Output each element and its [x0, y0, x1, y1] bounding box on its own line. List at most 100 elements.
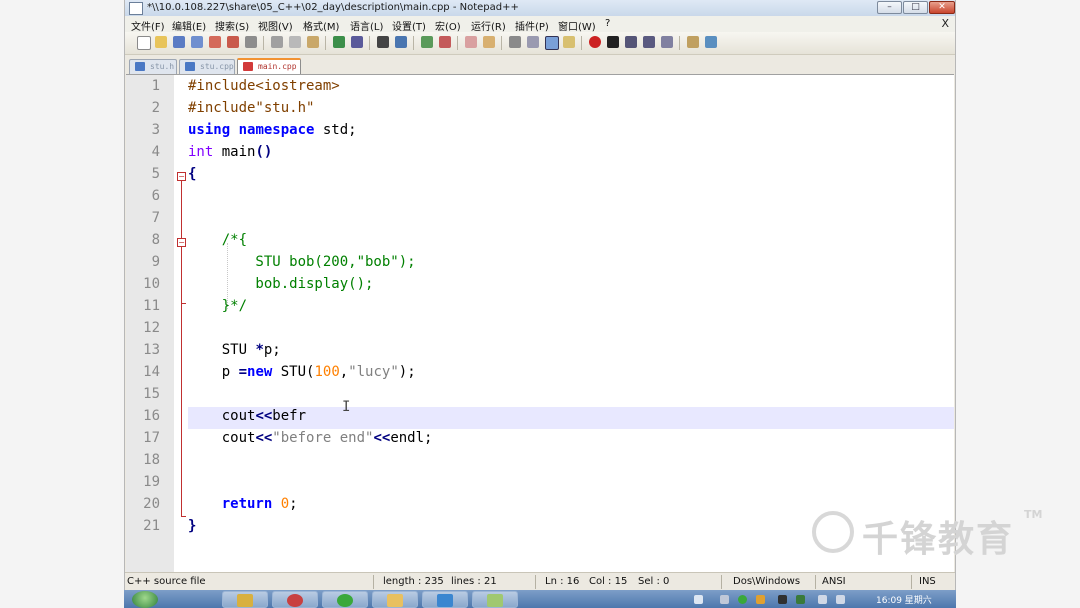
menu-run[interactable]: 运行(R) [471, 18, 506, 33]
tab-main-cpp[interactable]: main.cpp [237, 58, 301, 74]
code-line[interactable]: #include"stu.h" [188, 97, 314, 119]
tray-icon[interactable] [778, 595, 787, 604]
replace-icon[interactable] [395, 36, 407, 48]
minimize-button[interactable]: – [877, 1, 902, 14]
paste-icon[interactable] [307, 36, 319, 48]
code-line[interactable]: bob.display(); [188, 273, 373, 295]
menu-format[interactable]: 格式(M) [303, 18, 339, 33]
toolbar-separator [679, 36, 680, 50]
code-token: () [255, 144, 273, 160]
code-token: #include"stu.h" [188, 100, 315, 116]
notepadpp-window: *\\10.0.108.227\share\05_C++\02_day\desc… [124, 0, 956, 591]
code-token: "lucy" [348, 364, 399, 380]
find-icon[interactable] [377, 36, 389, 48]
stop-record-icon[interactable] [607, 36, 619, 48]
tray-icon[interactable] [694, 595, 703, 604]
line-number: 18 [143, 452, 160, 468]
tray-icon[interactable] [756, 595, 765, 604]
spellcheck-icon[interactable] [705, 36, 717, 48]
menu-language[interactable]: 语言(L) [350, 18, 383, 33]
code-token: new [247, 364, 273, 380]
zoom-out-icon[interactable] [439, 36, 451, 48]
open-file-icon[interactable] [155, 36, 167, 48]
menu-file[interactable]: 文件(F) [131, 18, 165, 33]
tab-stu-h[interactable]: stu.h [129, 59, 177, 74]
code-line[interactable]: /*{ [188, 229, 247, 251]
code-line[interactable]: p =new STU(100,"lucy"); [188, 361, 416, 383]
fold-toggle-icon[interactable]: − [177, 172, 186, 181]
maximize-button[interactable]: □ [903, 1, 928, 14]
menu-window[interactable]: 窗口(W) [558, 18, 596, 33]
tray-icon[interactable] [796, 595, 805, 604]
menu-view[interactable]: 视图(V) [258, 18, 293, 33]
menu-edit[interactable]: 编辑(E) [172, 18, 206, 33]
taskbar-clock[interactable]: 16:09 星期六 [876, 593, 932, 606]
close-all-icon[interactable] [227, 36, 239, 48]
new-file-icon[interactable] [137, 36, 151, 50]
status-ln: Ln : 16 [545, 576, 580, 587]
code-line[interactable]: using namespace std; [188, 119, 357, 141]
all-chars-icon[interactable] [527, 36, 539, 48]
tab-label: stu.cpp [200, 62, 234, 71]
code-line[interactable]: STU *p; [188, 339, 281, 361]
code-line[interactable]: { [188, 163, 196, 185]
indent-guide-icon[interactable] [545, 36, 559, 50]
title-bar[interactable]: *\\10.0.108.227\share\05_C++\02_day\desc… [125, 0, 955, 16]
redo-icon[interactable] [351, 36, 363, 48]
taskbar-app-button[interactable] [422, 591, 468, 608]
taskbar-app-button[interactable] [272, 591, 318, 608]
code-editor[interactable]: − − 1 2 3 4 5 6 7 8 9 10 11 12 13 14 15 … [126, 74, 954, 572]
cut-icon[interactable] [271, 36, 283, 48]
code-token: std; [314, 122, 357, 138]
undo-icon[interactable] [333, 36, 345, 48]
tab-stu-cpp[interactable]: stu.cpp [179, 59, 235, 74]
run-macro-multiple-icon[interactable] [643, 36, 655, 48]
menu-macro[interactable]: 宏(O) [435, 18, 461, 33]
menu-help[interactable]: ? [605, 18, 610, 29]
code-line[interactable]: } [188, 515, 196, 537]
code-line[interactable]: #include<iostream> [188, 75, 340, 97]
code-line[interactable]: cout<<befr [188, 405, 306, 427]
start-button[interactable] [132, 591, 158, 608]
line-number: 20 [143, 496, 160, 512]
save-all-icon[interactable] [191, 36, 203, 48]
tray-icon[interactable] [720, 595, 729, 604]
network-icon[interactable] [818, 595, 827, 604]
volume-icon[interactable] [836, 595, 845, 604]
tray-icon[interactable] [738, 595, 747, 604]
code-line[interactable]: STU bob(200,"bob"); [188, 251, 416, 273]
menu-settings[interactable]: 设置(T) [392, 18, 426, 33]
print-icon[interactable] [245, 36, 257, 48]
save-macro-icon[interactable] [661, 36, 673, 48]
code-line[interactable]: cout<<"before end"<<endl; [188, 427, 433, 449]
close-document-button[interactable]: X [941, 17, 949, 30]
code-token: 0 [280, 496, 290, 512]
sync-vertical-icon[interactable] [465, 36, 477, 48]
doc-map-icon[interactable] [687, 36, 699, 48]
line-number: 6 [151, 188, 160, 204]
code-line[interactable]: }*/ [188, 295, 247, 317]
zoom-in-icon[interactable] [421, 36, 433, 48]
taskbar-notepadpp-button[interactable] [472, 591, 518, 608]
sync-horizontal-icon[interactable] [483, 36, 495, 48]
save-icon[interactable] [173, 36, 185, 48]
code-line[interactable]: int main() [188, 141, 272, 163]
fold-toggle-icon[interactable]: − [177, 238, 186, 247]
code-token: 100 [314, 364, 340, 380]
taskbar-app-button[interactable] [372, 591, 418, 608]
word-wrap-icon[interactable] [509, 36, 521, 48]
play-macro-icon[interactable] [625, 36, 637, 48]
notepadpp-app-icon[interactable] [129, 2, 143, 15]
record-macro-icon[interactable] [589, 36, 601, 48]
taskbar-app-button[interactable] [222, 591, 268, 608]
code-token: namespace [238, 122, 315, 138]
close-window-button[interactable]: ✕ [929, 1, 955, 14]
menu-plugins[interactable]: 插件(P) [515, 18, 549, 33]
code-token: STU bob(200,"bob"); [188, 254, 416, 270]
close-icon[interactable] [209, 36, 221, 48]
menu-search[interactable]: 搜索(S) [215, 18, 249, 33]
user-lang-icon[interactable] [563, 36, 575, 48]
taskbar-app-button[interactable] [322, 591, 368, 608]
code-line[interactable]: return 0; [188, 493, 298, 515]
copy-icon[interactable] [289, 36, 301, 48]
